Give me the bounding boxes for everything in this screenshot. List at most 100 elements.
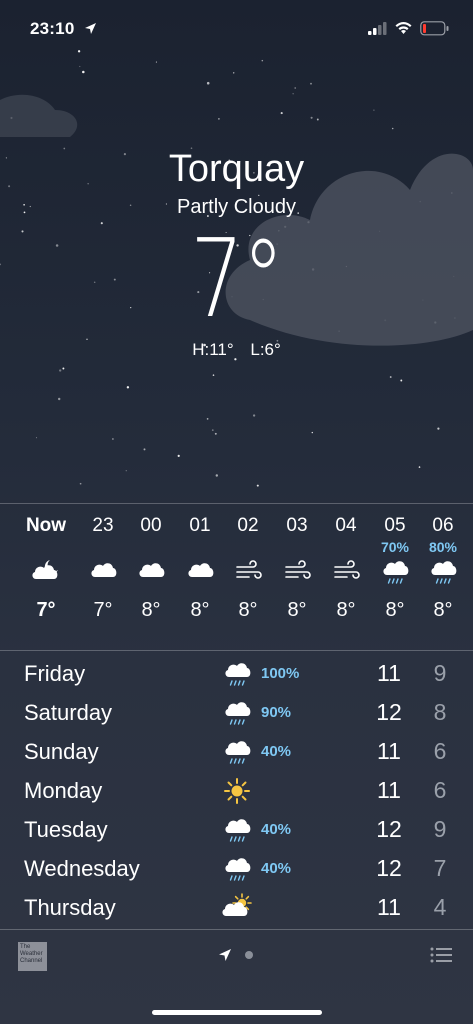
hourly-item: 05 70% 8° <box>370 515 420 622</box>
divider-top <box>0 503 473 504</box>
day-precip-chance: 40% <box>261 821 292 838</box>
hourly-item: 06 80% 8° <box>418 515 468 622</box>
day-low-temp: 8 <box>433 699 447 725</box>
rain-cloud-icon <box>370 555 420 589</box>
cellular-signal-icon <box>368 22 387 35</box>
high-low-temps: H:11° L:6° <box>0 340 473 360</box>
hour-temperature: 8° <box>141 599 161 621</box>
current-location-page-icon[interactable] <box>218 948 232 962</box>
hour-precip-chance <box>21 539 71 555</box>
daily-row: Friday 100% 11 9 <box>0 655 473 694</box>
partly-sunny-icon <box>222 893 252 923</box>
hour-temperature: 8° <box>287 599 307 621</box>
hour-temperature: 8° <box>385 599 405 621</box>
status-bar: 23:10 <box>0 0 473 50</box>
hour-precip-chance: 70% <box>380 539 410 555</box>
city-list-icon[interactable] <box>430 947 452 963</box>
daily-row: Thursday 11 4 <box>0 889 473 928</box>
hourly-item: 00 8° <box>126 515 176 622</box>
hour-temperature: 8° <box>336 599 356 621</box>
hour-precip-chance <box>78 539 128 555</box>
location-arrow-icon <box>85 23 96 34</box>
rain-cloud-icon <box>418 555 468 589</box>
hour-precip-chance <box>321 539 371 555</box>
day-high-temp: 11 <box>377 738 401 764</box>
hour-label: 04 <box>335 515 357 536</box>
daily-row: Wednesday 40% 12 7 <box>0 850 473 889</box>
hour-label: 00 <box>140 515 162 536</box>
hour-temperature: 8° <box>238 599 258 621</box>
daily-row: Saturday 90% 12 8 <box>0 694 473 733</box>
rain-cloud-icon <box>222 698 252 728</box>
partly-cloudy-night-icon <box>21 555 71 589</box>
cloud-icon <box>78 555 128 589</box>
daily-row: Monday 11 6 <box>0 772 473 811</box>
day-high-temp: 12 <box>376 816 402 842</box>
day-high-temp: 11 <box>377 660 401 686</box>
cloud-icon <box>126 555 176 589</box>
day-low-temp: 7 <box>433 855 447 881</box>
city-name: Torquay <box>168 148 305 190</box>
hour-precip-chance <box>126 539 176 555</box>
day-low-temp: 6 <box>433 738 447 764</box>
rain-cloud-icon <box>222 659 252 689</box>
daily-row: Tuesday 40% 12 9 <box>0 811 473 850</box>
hour-label: 02 <box>237 515 259 536</box>
day-high-temp: 11 <box>377 777 401 803</box>
day-high-temp: 12 <box>376 855 402 881</box>
hour-temperature: 8° <box>433 599 453 621</box>
weather-channel-logo[interactable]: The Weather Channel <box>18 942 47 971</box>
day-precip-chance: 40% <box>261 743 292 760</box>
wifi-icon <box>395 22 412 34</box>
hourly-item: 02 8° <box>223 515 273 622</box>
hour-precip-chance: 80% <box>428 539 458 555</box>
hour-precip-chance <box>272 539 322 555</box>
day-low-temp: 9 <box>433 816 447 842</box>
sun-icon <box>222 776 252 806</box>
low-temp: L:6° <box>250 340 281 359</box>
current-temperature: 7° <box>190 217 284 342</box>
high-temp: H:11° <box>192 340 234 359</box>
day-name: Friday <box>24 661 86 686</box>
day-low-temp: 4 <box>433 894 447 920</box>
bottom-toolbar: The Weather Channel <box>0 930 473 1024</box>
status-time: 23:10 <box>30 19 75 38</box>
day-precip-chance: 90% <box>261 704 292 721</box>
hourly-item: 01 8° <box>175 515 225 622</box>
hour-temperature: 7° <box>93 599 113 621</box>
cloud-icon <box>175 555 225 589</box>
day-precip-chance: 40% <box>261 860 292 877</box>
day-name: Thursday <box>24 895 116 920</box>
hour-label: Now <box>25 515 67 536</box>
rain-cloud-icon <box>222 737 252 767</box>
day-low-temp: 9 <box>433 660 447 686</box>
page-indicator-dot[interactable] <box>245 951 253 959</box>
hourly-item: 03 8° <box>272 515 322 622</box>
hour-temperature: 7° <box>36 599 56 621</box>
hour-label: 03 <box>286 515 308 536</box>
hour-temperature: 8° <box>190 599 210 621</box>
day-name: Monday <box>24 778 103 803</box>
rain-cloud-icon <box>222 854 252 884</box>
day-low-temp: 6 <box>433 777 447 803</box>
day-name: Wednesday <box>24 856 140 881</box>
home-indicator[interactable] <box>152 1010 322 1015</box>
battery-low-icon <box>420 21 449 36</box>
wind-icon <box>272 555 322 589</box>
current-condition: Partly Cloudy <box>177 196 296 218</box>
divider-middle <box>0 650 473 651</box>
hourly-item: 04 8° <box>321 515 371 622</box>
hour-precip-chance <box>175 539 225 555</box>
hourly-item: 23 7° <box>78 515 128 622</box>
day-high-temp: 12 <box>376 699 402 725</box>
hour-label: 06 <box>432 515 454 536</box>
day-name: Sunday <box>24 739 99 764</box>
daily-row: Sunday 40% 11 6 <box>0 733 473 772</box>
hourly-forecast[interactable]: Now 7° 23 7° 00 8° 01 8° 02 8° 03 8° 04 8° 05 70% 8° 06 80… <box>0 505 473 650</box>
hour-precip-chance <box>223 539 273 555</box>
rain-cloud-icon <box>222 815 252 845</box>
hour-label: 23 <box>92 515 114 536</box>
day-name: Saturday <box>24 700 113 725</box>
day-high-temp: 11 <box>377 894 401 920</box>
hour-label: 01 <box>189 515 211 536</box>
